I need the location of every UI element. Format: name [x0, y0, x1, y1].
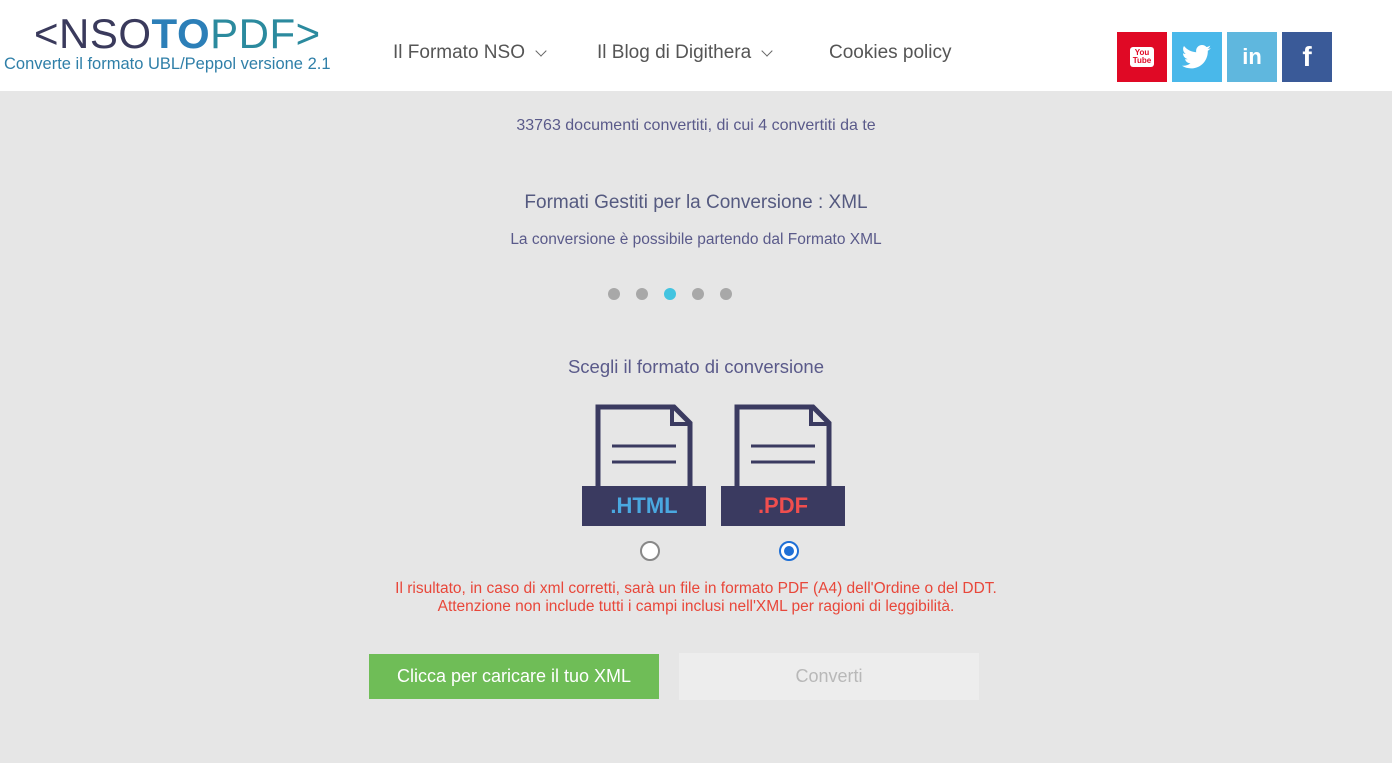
nav-item-label: Il Formato NSO: [393, 42, 525, 63]
logo-wordmark: <NSOTOPDF>: [34, 10, 321, 57]
carousel-dot[interactable]: [692, 288, 704, 300]
chevron-down-icon: [535, 45, 547, 57]
nav-item-formato-nso[interactable]: Il Formato NSO: [393, 42, 547, 64]
carousel-dot[interactable]: [720, 288, 732, 300]
youtube-icon[interactable]: You Tube: [1117, 32, 1167, 82]
pdf-format-label: .PDF: [721, 486, 845, 526]
document-icon: [595, 404, 693, 494]
upload-xml-button[interactable]: Clicca per caricare il tuo XML: [369, 654, 659, 699]
document-icon: [734, 404, 832, 494]
convert-button[interactable]: Converti: [679, 653, 979, 700]
site-logo[interactable]: <NSOTOPDF> Converte il formato UBL/Peppo…: [0, 8, 370, 78]
linkedin-icon[interactable]: in: [1227, 32, 1277, 82]
pdf-format-radio[interactable]: [779, 541, 799, 561]
pdf-format-option[interactable]: .PDF: [721, 404, 845, 526]
nav-item-label: Il Blog di Digithera: [597, 42, 752, 63]
chevron-down-icon: [761, 45, 773, 57]
slide-description: La conversione è possibile partendo dal …: [510, 231, 882, 248]
facebook-icon[interactable]: f: [1282, 32, 1332, 82]
conversion-counter: 33763 documenti convertiti, di cui 4 con…: [516, 117, 876, 134]
nav-item-label: Cookies policy: [829, 42, 952, 63]
choose-format-label: Scegli il formato di conversione: [567, 356, 825, 377]
nav-item-blog[interactable]: Il Blog di Digithera: [597, 42, 773, 64]
result-warning-line1: Il risultato, in caso di xml corretti, s…: [395, 580, 997, 597]
carousel-dot[interactable]: [608, 288, 620, 300]
carousel-dot-active[interactable]: [664, 288, 676, 300]
result-warning-line2: Attenzione non include tutti i campi inc…: [437, 598, 955, 615]
site-header: <NSOTOPDF> Converte il formato UBL/Peppo…: [0, 0, 1392, 91]
html-format-radio[interactable]: [640, 541, 660, 561]
twitter-icon[interactable]: [1172, 32, 1222, 82]
html-format-option[interactable]: .HTML: [582, 404, 706, 526]
nav-item-cookies-policy[interactable]: Cookies policy: [829, 42, 952, 64]
slide-title: Formati Gestiti per la Conversione : XML: [524, 192, 868, 213]
carousel-dot[interactable]: [636, 288, 648, 300]
logo-tagline: Converte il formato UBL/Peppol versione …: [4, 55, 331, 73]
carousel-dots: [608, 288, 732, 300]
html-format-label: .HTML: [582, 486, 706, 526]
